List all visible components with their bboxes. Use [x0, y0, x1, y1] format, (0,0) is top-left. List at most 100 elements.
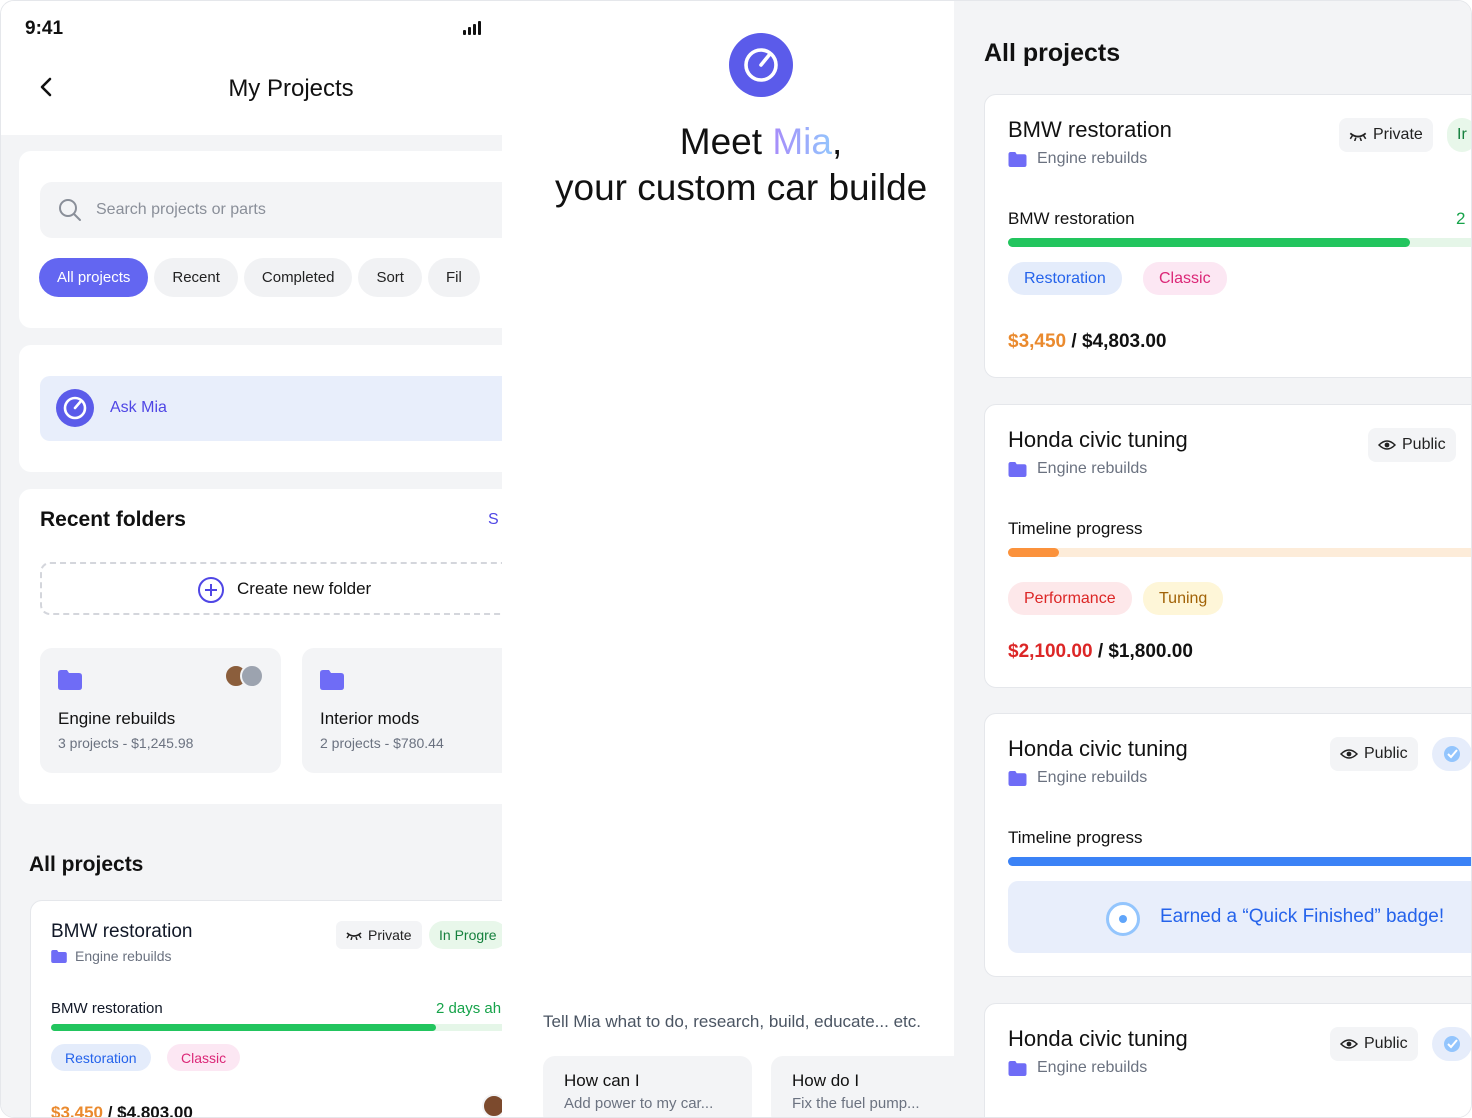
project-folder-name: Engine rebuilds	[75, 948, 172, 964]
suggestion-sub: Add power to my car...	[564, 1095, 714, 1112]
phone-screen: 9:41 My Projects All projects Recent Com…	[1, 1, 502, 1118]
search-input[interactable]	[96, 182, 496, 238]
search-box	[40, 182, 502, 238]
suggestion-title: How can I	[564, 1071, 640, 1090]
header: My Projects	[1, 57, 502, 135]
budget-amount: / $4,803.00	[1071, 331, 1167, 352]
project-folder: Engine rebuilds	[1008, 1059, 1147, 1077]
create-folder-button[interactable]: Create new folder	[40, 562, 502, 615]
suggestion-card[interactable]: How can I Add power to my car...	[543, 1056, 752, 1117]
panel-title: All projects	[984, 39, 1121, 67]
project-card[interactable]: BMW restoration Engine rebuilds Private …	[30, 900, 502, 1118]
mia-subheading: your custom car builde	[555, 167, 928, 208]
progress-label: BMW restoration	[51, 1000, 163, 1017]
filter-chips: All projects Recent Completed Sort Fil	[39, 258, 480, 297]
project-title: BMW restoration	[1008, 117, 1172, 142]
spent-amount: $3,450	[1008, 331, 1067, 352]
filter-sort[interactable]: Sort	[358, 258, 422, 297]
project-folder: Engine rebuilds	[51, 948, 172, 964]
tag-performance: Performance	[1008, 582, 1132, 615]
progress-track	[1008, 548, 1471, 557]
visibility-badge: Private	[336, 921, 422, 949]
all-projects-title: All projects	[29, 853, 144, 876]
folder-card[interactable]: Interior mods 2 projects - $780.44	[302, 648, 502, 773]
mia-logo-icon	[56, 389, 94, 427]
see-all-link[interactable]: S	[488, 511, 499, 529]
filter-filter[interactable]: Fil	[427, 258, 480, 297]
project-folder-name: Engine rebuilds	[1037, 769, 1148, 786]
folder-icon	[1008, 461, 1027, 477]
folder-card[interactable]: Engine rebuilds 3 projects - $1,245.98	[40, 648, 281, 773]
progress-label: BMW restoration	[1008, 209, 1135, 228]
ask-mia-button[interactable]: Ask Mia	[40, 376, 502, 441]
visibility-label: Public	[1402, 436, 1446, 453]
folder-icon	[1008, 151, 1027, 167]
tag-classic: Classic	[1143, 262, 1227, 295]
signal-icon	[463, 21, 481, 35]
tag-restoration: Restoration	[1008, 262, 1122, 295]
app-frame: 9:41 My Projects All projects Recent Com…	[0, 0, 1472, 1118]
folder-icon	[58, 670, 82, 690]
tag-classic: Classic	[167, 1044, 241, 1071]
project-title: Honda civic tuning	[1008, 427, 1188, 452]
visibility-badge: Private	[1339, 118, 1433, 152]
visibility-badge: Public	[1368, 428, 1456, 462]
progress-eta: 2 days ah	[436, 1000, 502, 1017]
visibility-label: Public	[1364, 745, 1408, 762]
folder-meta: 2 projects - $780.44	[320, 735, 444, 751]
filter-all-projects[interactable]: All projects	[39, 258, 149, 297]
filter-recent[interactable]: Recent	[154, 258, 238, 297]
progress-fill	[1008, 548, 1060, 557]
badge-medal-icon	[1106, 902, 1140, 936]
achievement-banner: Earned a “Quick Finished” badge!	[1008, 881, 1471, 953]
folder-icon	[1008, 770, 1027, 786]
eye-icon	[1340, 749, 1358, 759]
projects-panel: All projects BMW restoration Engine rebu…	[954, 1, 1471, 1117]
project-folder-name: Engine rebuilds	[1037, 150, 1148, 167]
spent-amount: $2,100.00	[1008, 641, 1093, 662]
suggestion-card[interactable]: How do I Fix the fuel pump...	[771, 1056, 954, 1117]
project-card[interactable]: BMW restoration Engine rebuilds Private …	[984, 94, 1471, 378]
verified-badge-icon	[1432, 1027, 1471, 1061]
page-title: My Projects	[228, 75, 354, 102]
eye-icon	[1378, 440, 1396, 450]
verified-badge-icon	[1432, 737, 1471, 771]
visibility-label: Private	[368, 927, 412, 943]
plus-circle-icon	[198, 577, 224, 603]
progress-eta: 2	[1456, 209, 1466, 228]
budget-amount: / $1,800.00	[1097, 641, 1193, 662]
project-title: Honda civic tuning	[1008, 1026, 1188, 1051]
prompt-hint: Tell Mia what to do, research, build, ed…	[543, 1012, 921, 1031]
project-price: $2,100.00 / $1,800.00	[1008, 641, 1193, 663]
status-time: 9:41	[25, 18, 64, 39]
folder-icon	[51, 949, 67, 963]
project-folder-name: Engine rebuilds	[1037, 460, 1148, 477]
project-card[interactable]: Honda civic tuning Engine rebuilds Publi…	[984, 713, 1471, 977]
eye-icon	[1340, 1039, 1358, 1049]
budget-amount: / $4,803.00	[107, 1103, 193, 1118]
folder-meta: 3 projects - $1,245.98	[58, 735, 194, 751]
project-card[interactable]: Honda civic tuning Engine rebuilds Publi…	[984, 404, 1471, 688]
visibility-badge: Public	[1330, 737, 1418, 771]
project-folder-name: Engine rebuilds	[1037, 1059, 1148, 1076]
project-card[interactable]: Honda civic tuning Engine rebuilds Publi…	[984, 1003, 1471, 1117]
status-bar: 9:41	[1, 1, 502, 57]
recent-folders-title: Recent folders	[40, 508, 186, 531]
visibility-label: Private	[1373, 126, 1423, 143]
mia-logo-icon	[729, 33, 793, 97]
progress-label: Timeline progress	[1008, 519, 1143, 538]
avatar	[482, 1094, 502, 1117]
status-badge: In Progre	[429, 921, 502, 949]
search-card	[19, 151, 502, 328]
eye-closed-icon	[1349, 132, 1367, 141]
project-folder: Engine rebuilds	[1008, 460, 1147, 478]
mia-heading: Meet Mia,	[514, 119, 954, 165]
filter-completed[interactable]: Completed	[243, 258, 353, 297]
folder-icon	[1008, 1060, 1027, 1076]
create-folder-label: Create new folder	[237, 579, 372, 598]
status-badge: Ir	[1447, 118, 1471, 152]
suggestion-title: How do I	[792, 1071, 860, 1090]
avatar-group	[224, 664, 266, 688]
search-icon	[59, 199, 81, 221]
eye-closed-icon	[346, 932, 362, 940]
